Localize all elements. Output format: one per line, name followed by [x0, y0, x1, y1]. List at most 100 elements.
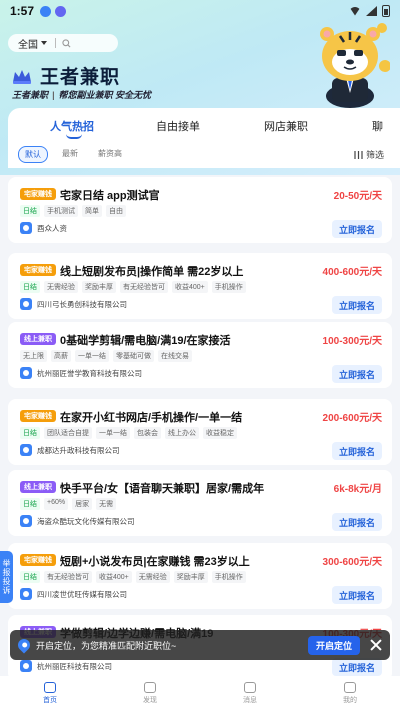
company-logo-icon [20, 298, 32, 310]
job-tag: 高薪 [51, 350, 71, 362]
divider [55, 38, 56, 48]
job-tag: 日结 [20, 205, 40, 217]
profile-icon [344, 682, 356, 693]
job-tag: 日结 [20, 281, 40, 293]
job-tag: 简单 [82, 205, 102, 217]
job-tag: 在线交易 [158, 350, 192, 362]
job-category-badge: 宅家赚钱 [20, 410, 56, 422]
bottom-navigation: 首页 发现 消息 我的 [0, 676, 400, 711]
job-tag: 无需经验 [44, 281, 78, 293]
home-icon [44, 682, 56, 693]
job-salary: 100-300元/天 [322, 336, 382, 347]
job-tag: 日结 [20, 571, 40, 583]
notification-icon [40, 5, 52, 17]
tiger-mascot-icon [320, 23, 390, 108]
company-logo-icon [20, 222, 32, 234]
slogan-left: 王者兼职 [12, 90, 49, 100]
apply-button[interactable]: 立即报名 [332, 365, 382, 383]
job-tag: 一单一结 [75, 350, 109, 362]
job-tag: 奖励丰厚 [82, 281, 116, 293]
job-tag: 收益稳定 [203, 427, 237, 439]
job-card[interactable]: 宅家赚钱 短剧+小说发布员|在家赚钱 需23岁以上 300-600元/天日结 有无经验… [8, 543, 392, 609]
wifi-icon [349, 6, 361, 16]
apply-button[interactable]: 立即报名 [332, 658, 382, 676]
filter-button[interactable]: 筛选 [354, 148, 384, 161]
job-tag: 收益400+ [96, 571, 132, 583]
location-prompt: 开启定位，为您精准匹配附近职位~ 开启定位 [10, 630, 390, 660]
job-title[interactable]: 0基础学剪辑/需电脑/满19/在家接活 [60, 332, 231, 348]
job-card[interactable]: 线上兼职 快手平台/女【语音聊天兼职】居家/需成年 6k-8k元/月 日结 +60% 居家… [8, 470, 392, 536]
nav-item-profile[interactable]: 我的 [310, 682, 390, 705]
job-card[interactable]: 宅家赚钱 线上短剧发布员|操作简单 需22岁以上 400-600元/天 日结 无需经验奖… [8, 253, 392, 319]
nav-label: 我的 [343, 697, 357, 704]
crown-icon [13, 69, 31, 84]
search-bar[interactable]: 全国 [8, 34, 118, 52]
job-tag: 手机测试 [44, 205, 78, 217]
job-card[interactable]: 宅家赚钱 在家开小红书网店/手机操作/一单一结 200-600元/天 日结 团队适合自提… [8, 399, 392, 465]
city-label: 全国 [18, 39, 38, 51]
job-card[interactable]: 宅家赚钱 宅家日结 app测试官 20-50元/天 日结 手机测试 简单 自由 酉众人资 立即报… [8, 177, 392, 243]
app-notification-icon [55, 5, 67, 17]
apply-button[interactable]: 立即报名 [332, 220, 382, 238]
job-category-badge: 宅家赚钱 [20, 188, 56, 200]
company-name: 成都达升政科技有限公司 [37, 445, 120, 455]
job-tag: 一单一结 [96, 427, 130, 439]
company-name: 杭州丽匠誉学教育科技有限公司 [37, 368, 142, 378]
nav-item-message[interactable]: 消息 [210, 682, 290, 705]
tab-freelance[interactable]: 自由接单 [156, 118, 200, 134]
job-tag: 团队适合自提 [44, 427, 92, 439]
filter-latest[interactable]: 最新 [56, 146, 84, 163]
company-name: 酉众人资 [37, 223, 67, 233]
job-title[interactable]: 短剧+小说发布员|在家赚钱 需23岁以上 [60, 553, 250, 569]
filter-label: 筛选 [365, 150, 384, 160]
job-category-badge: 宅家赚钱 [20, 554, 56, 566]
company-info: 四川凌世优旺传媒有限公司 [20, 588, 127, 600]
job-tag: 线上办公 [165, 427, 199, 439]
job-title[interactable]: 宅家日结 app测试官 [60, 187, 160, 203]
company-info: 杭州丽匠誉学教育科技有限公司 [20, 367, 142, 379]
job-tag: 无需 [96, 498, 117, 510]
tab-popular[interactable]: 人气热招 [50, 118, 94, 134]
apply-button[interactable]: 立即报名 [332, 513, 382, 531]
enable-location-button[interactable]: 开启定位 [307, 635, 360, 655]
company-name: 杭州丽匠科技有限公司 [37, 661, 112, 671]
job-category-badge: 线上兼职 [20, 481, 56, 493]
location-prompt-text: 开启定位，为您精准匹配附近职位~ [36, 640, 177, 651]
job-tag: 有无经验皆可 [44, 571, 92, 583]
company-info: 海盗众酷玩文化传媒有限公司 [20, 515, 135, 527]
apply-button[interactable]: 立即报名 [332, 586, 382, 604]
city-selector[interactable]: 全国 [18, 36, 47, 51]
signal-icon [366, 6, 377, 16]
job-tags: 无上限 高薪 一单一结 零基础可做 在线交易 [20, 350, 192, 362]
job-tag: 手机操作 [211, 571, 246, 583]
job-tags: 日结 有无经验皆可 收益400+ 无需经验 奖励丰厚 手机操作 [20, 571, 246, 583]
job-tag: 奖励丰厚 [173, 571, 208, 583]
filter-default[interactable]: 默认 [18, 146, 48, 163]
company-logo-icon [20, 660, 32, 672]
filter-high-pay[interactable]: 薪资高 [92, 146, 128, 163]
job-salary: 20-50元/天 [333, 191, 382, 202]
job-card[interactable]: 线上兼职 0基础学剪辑/需电脑/满19/在家接活 100-300元/天 无上限 高薪 一单… [8, 322, 392, 388]
job-tag: 有无经验皆可 [120, 281, 168, 293]
filter-icon [354, 150, 363, 159]
tab-chat[interactable]: 聊 [372, 118, 383, 134]
job-tag: 无需经验 [135, 571, 170, 583]
job-title[interactable]: 快手平台/女【语音聊天兼职】居家/需成年 [60, 480, 264, 496]
company-name: 海盗众酷玩文化传媒有限公司 [37, 516, 135, 526]
nav-item-discover[interactable]: 发现 [110, 682, 190, 705]
nav-item-home[interactable]: 首页 [10, 682, 90, 705]
search-icon [62, 38, 71, 47]
sort-filters: 默认 最新 薪资高 [18, 146, 128, 163]
tab-online-store[interactable]: 网店兼职 [264, 118, 308, 134]
job-tag: 零基础可做 [113, 350, 154, 362]
job-title[interactable]: 线上短剧发布员|操作简单 需22岁以上 [60, 263, 243, 279]
job-salary: 6k-8k元/月 [333, 484, 382, 495]
job-salary: 200-600元/天 [322, 413, 382, 424]
report-complaint-tab[interactable]: 举报投诉 [0, 551, 13, 603]
job-salary: 300-600元/天 [322, 557, 382, 568]
job-title[interactable]: 在家开小红书网店/手机操作/一单一结 [60, 409, 242, 425]
close-icon[interactable] [370, 639, 382, 651]
apply-button[interactable]: 立即报名 [332, 296, 382, 314]
apply-button[interactable]: 立即报名 [332, 442, 382, 460]
job-tags: 日结 无需经验 奖励丰厚 有无经验皆可 收益400+ 手机操作 [20, 281, 246, 293]
